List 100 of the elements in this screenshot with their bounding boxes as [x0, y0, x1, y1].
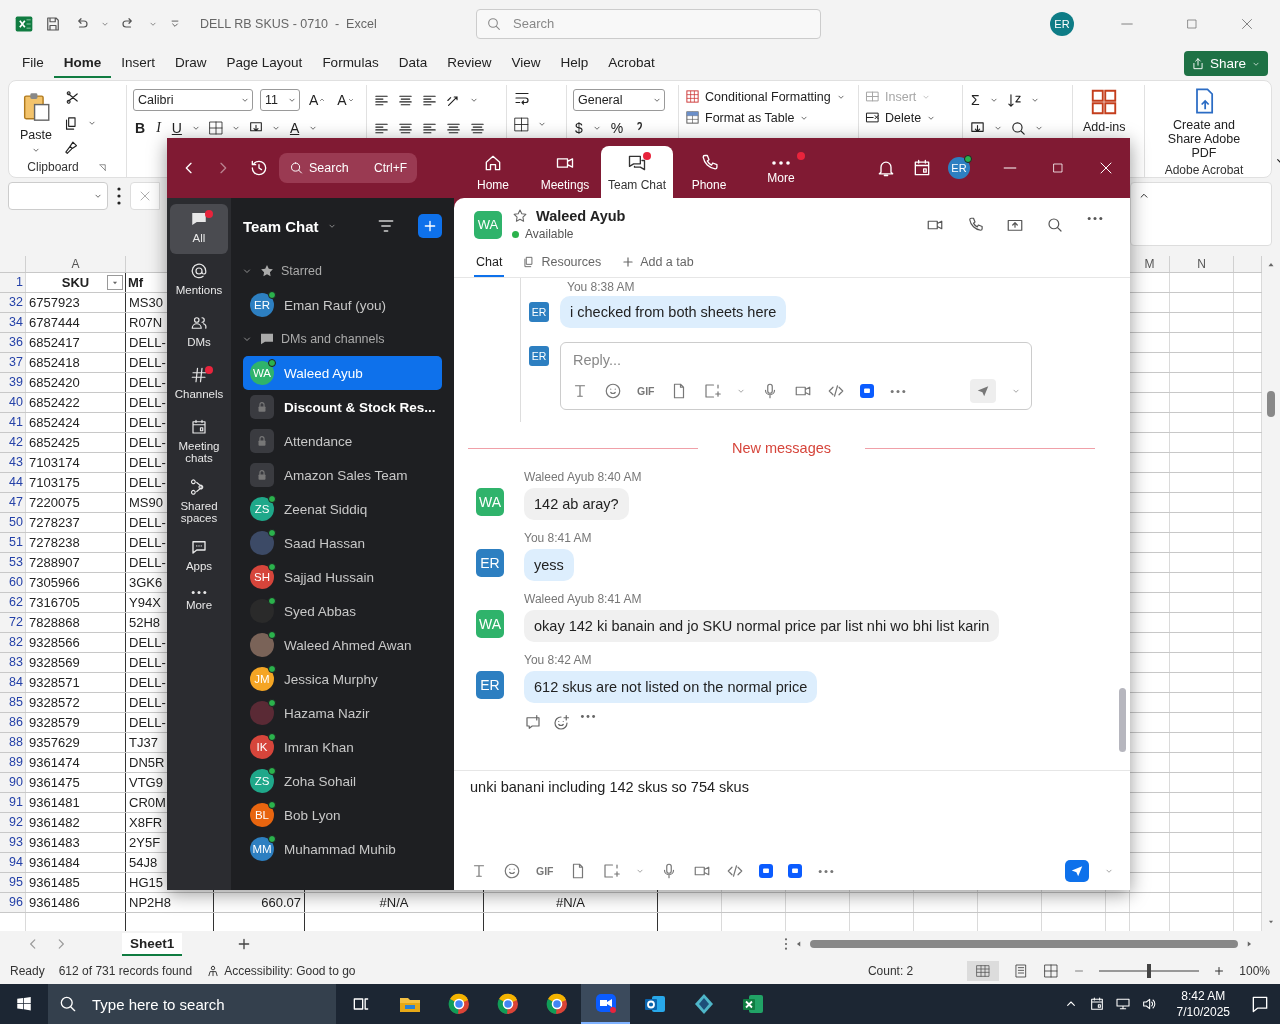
- code-icon[interactable]: [725, 862, 744, 880]
- chat-list-item[interactable]: WA Waleed Ayub: [243, 356, 442, 390]
- chat-tab[interactable]: Resources: [520, 251, 604, 277]
- row-number[interactable]: 40: [0, 393, 26, 412]
- more-options-icon[interactable]: [116, 186, 122, 206]
- row-number[interactable]: 89: [0, 753, 26, 772]
- chat-list-item[interactable]: Syed Abbas: [243, 594, 442, 628]
- phone-icon[interactable]: [966, 215, 984, 234]
- row-number[interactable]: 37: [0, 353, 26, 372]
- percent-button[interactable]: %: [608, 120, 626, 136]
- reply-field[interactable]: Reply... GIF: [560, 342, 1032, 410]
- chat-list-item[interactable]: BL Bob Lyon: [243, 798, 442, 832]
- share-button[interactable]: Share: [1183, 51, 1268, 76]
- underline-button[interactable]: U: [169, 120, 184, 136]
- chat-list-item[interactable]: ER Eman Rauf (you): [243, 288, 442, 322]
- row-number[interactable]: 43: [0, 453, 26, 472]
- star-outline-icon[interactable]: [512, 208, 528, 224]
- reply-thread-icon[interactable]: [524, 714, 542, 732]
- nav-tab[interactable]: Team Chat: [601, 146, 673, 198]
- ribbon-tab[interactable]: Data: [388, 49, 438, 78]
- chat-list-item[interactable]: Waleed Ahmed Awan: [243, 628, 442, 662]
- row-number[interactable]: 41: [0, 413, 26, 432]
- conditional-formatting-button[interactable]: Conditional Formatting: [685, 89, 846, 104]
- nav-tab[interactable]: Meetings: [529, 146, 601, 198]
- borders-icon[interactable]: [207, 120, 224, 136]
- row-number[interactable]: 42: [0, 433, 26, 452]
- account-avatar[interactable]: ER: [948, 157, 970, 179]
- add-ins-button[interactable]: Add-ins: [1079, 85, 1130, 136]
- dialog-launcher-icon[interactable]: [96, 161, 108, 173]
- sort-filter-icon[interactable]: [1005, 91, 1023, 109]
- format-as-table-button[interactable]: Format as Table: [685, 110, 846, 125]
- column-header[interactable]: N: [1170, 256, 1234, 272]
- chat-tab[interactable]: Add a tab: [619, 251, 696, 277]
- ribbon-tab[interactable]: View: [501, 49, 551, 78]
- network-icon[interactable]: [1114, 996, 1131, 1012]
- add-reaction-icon[interactable]: [552, 714, 570, 732]
- chat-tab[interactable]: Chat: [474, 251, 505, 277]
- ribbon-tab[interactable]: Acrobat: [598, 49, 665, 78]
- row-number[interactable]: 88: [0, 733, 26, 752]
- chat-list-item[interactable]: SH Sajjad Hussain: [243, 560, 442, 594]
- ribbon-tab[interactable]: Draw: [165, 49, 217, 78]
- row-number[interactable]: 34: [0, 313, 26, 332]
- page-break-icon[interactable]: [1043, 962, 1060, 979]
- notifications-icon[interactable]: [1250, 994, 1270, 1014]
- row-number[interactable]: 90: [0, 773, 26, 792]
- scrollbar[interactable]: [1119, 688, 1126, 752]
- accessibility-status[interactable]: Accessibility: Good to go: [224, 963, 356, 978]
- row-number[interactable]: 53: [0, 553, 26, 572]
- send-button[interactable]: [1065, 860, 1089, 882]
- search-field[interactable]: Search: [476, 8, 821, 39]
- chat-list-item[interactable]: Discount & Stock Res...: [243, 390, 442, 424]
- app-button[interactable]: [859, 384, 874, 398]
- create-pdf-button[interactable]: Create and Share Adobe PDF: [1151, 85, 1257, 162]
- filter-button[interactable]: [107, 275, 123, 290]
- scrollbar[interactable]: [1267, 390, 1275, 417]
- shrink-font-button[interactable]: A: [335, 92, 357, 108]
- bold-button[interactable]: B: [133, 120, 148, 136]
- new-chat-button[interactable]: [418, 214, 442, 238]
- ribbon-tab[interactable]: Formulas: [312, 49, 389, 78]
- row-number[interactable]: 51: [0, 533, 26, 552]
- row-number[interactable]: 39: [0, 373, 26, 392]
- row-number[interactable]: 86: [0, 713, 26, 732]
- app-button[interactable]: [758, 864, 773, 878]
- section-header[interactable]: Starred: [231, 254, 454, 288]
- chat-list-item[interactable]: JM Jessica Murphy: [243, 662, 442, 696]
- gif-button[interactable]: GIF: [637, 385, 655, 397]
- maximize-icon[interactable]: [1050, 160, 1066, 176]
- row-number[interactable]: 93: [0, 833, 26, 852]
- row-number[interactable]: 84: [0, 673, 26, 692]
- search-icon[interactable]: [1046, 215, 1064, 234]
- chat-list-item[interactable]: Hazama Nazir: [243, 696, 442, 730]
- save-icon[interactable]: [44, 14, 62, 33]
- grow-font-button[interactable]: A: [307, 92, 329, 108]
- clock-date[interactable]: 7/10/2025: [1176, 1004, 1230, 1020]
- browser-icon[interactable]: [544, 992, 569, 1016]
- ribbon-tab[interactable]: Page Layout: [216, 49, 313, 78]
- more-icon[interactable]: [888, 388, 907, 394]
- paste-button[interactable]: Paste: [15, 85, 57, 157]
- ribbon-tab[interactable]: Help: [550, 49, 599, 78]
- chat-list-item[interactable]: Saad Hassan: [243, 526, 442, 560]
- chat-list-item[interactable]: Attendance: [243, 424, 442, 458]
- row-number[interactable]: 95: [0, 873, 26, 892]
- delete-button[interactable]: Delete: [865, 110, 937, 125]
- emoji-icon[interactable]: [604, 382, 622, 400]
- code-icon[interactable]: [826, 382, 845, 400]
- history-icon[interactable]: [249, 158, 269, 178]
- row-number[interactable]: 96: [0, 893, 26, 912]
- number-format-dropdown[interactable]: General: [573, 89, 665, 111]
- gif-button[interactable]: GIF: [536, 865, 554, 877]
- row-number[interactable]: 62: [0, 593, 26, 612]
- calendar-icon[interactable]: [912, 158, 932, 178]
- chat-list-item[interactable]: Amazon Sales Team: [243, 458, 442, 492]
- browser-icon[interactable]: [495, 992, 520, 1016]
- autosum-button[interactable]: Σ: [969, 92, 982, 108]
- row-number[interactable]: 83: [0, 653, 26, 672]
- scrollbar[interactable]: [810, 940, 1238, 948]
- nav-tab[interactable]: Home: [457, 146, 529, 198]
- ribbon-tab[interactable]: Insert: [111, 49, 166, 78]
- more-icon[interactable]: [816, 868, 835, 874]
- slider-thumb[interactable]: [1147, 963, 1152, 978]
